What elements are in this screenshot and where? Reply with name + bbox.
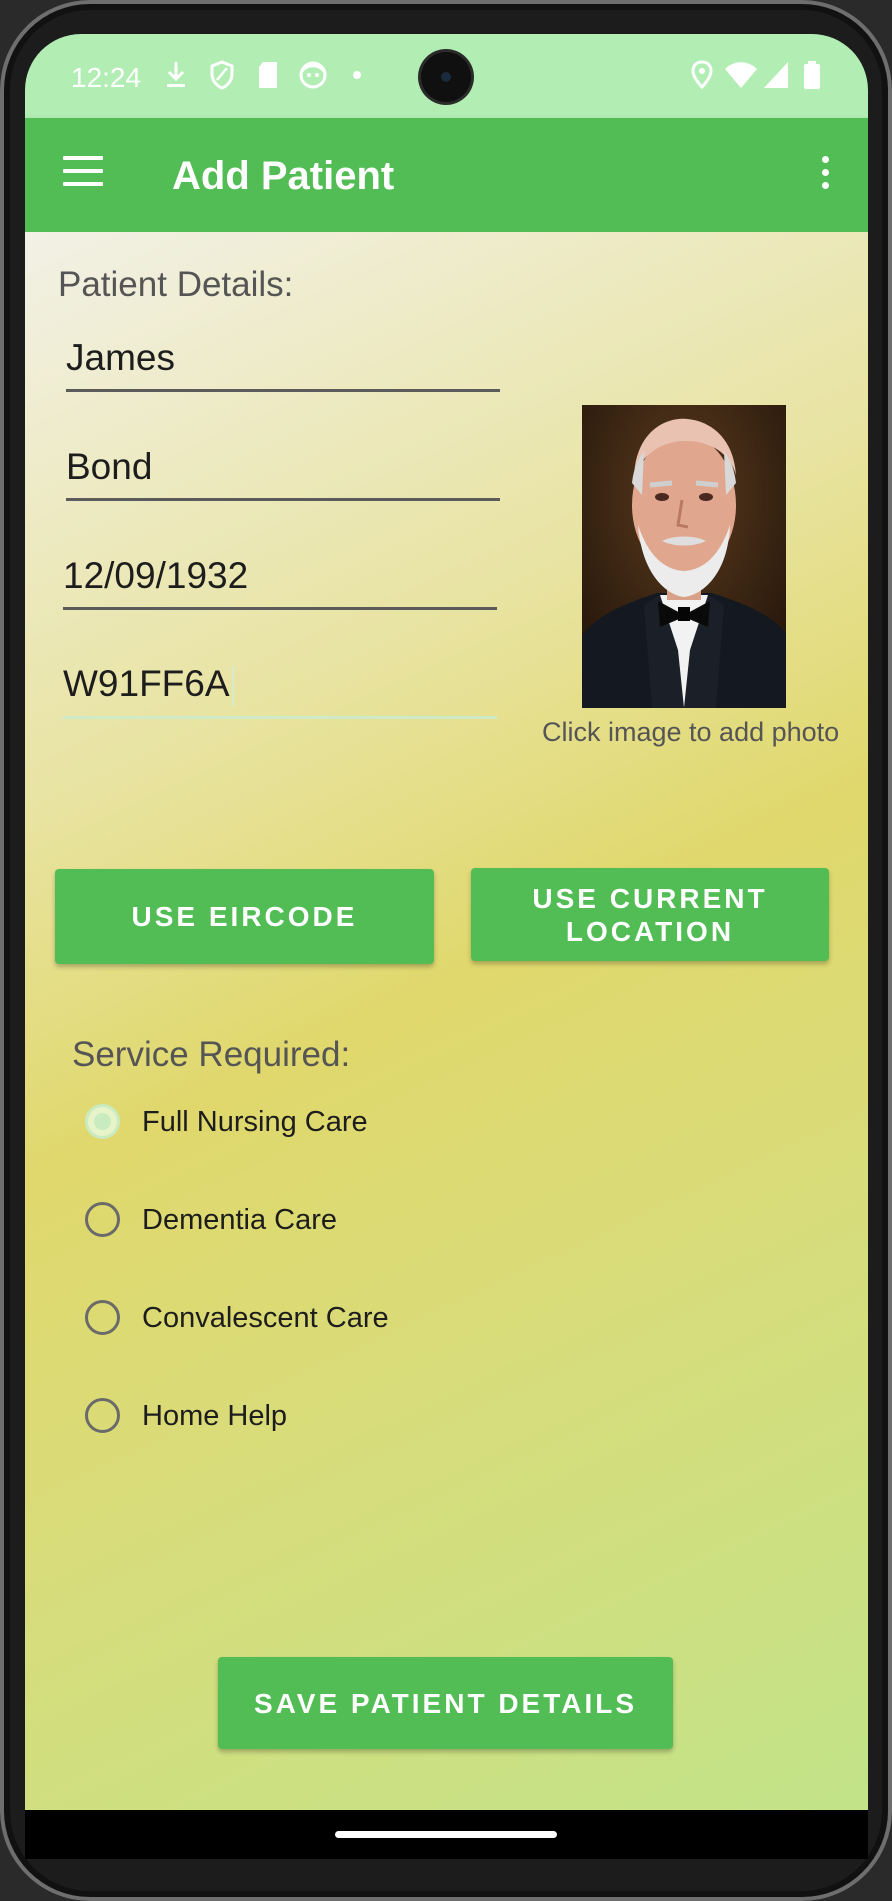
shield-icon — [210, 60, 234, 90]
use-eircode-button[interactable]: USE EIRCODE — [55, 869, 434, 964]
text-cursor — [231, 666, 234, 707]
dot-icon — [353, 71, 361, 79]
more-vert-icon[interactable] — [820, 156, 830, 192]
use-current-location-label-line2: LOCATION — [565, 915, 735, 947]
navigation-bar — [25, 1810, 868, 1859]
main-content: Patient Details: James Bond 12/09/1932 W… — [25, 232, 868, 1810]
location-icon — [691, 60, 713, 90]
app-bar: Add Patient — [25, 118, 868, 232]
signal-icon — [764, 62, 788, 88]
home-gesture-handle[interactable] — [335, 1831, 557, 1838]
sd-card-icon — [259, 62, 277, 88]
download-icon — [167, 62, 185, 87]
radio-unchecked-icon — [85, 1398, 120, 1433]
use-current-location-button[interactable]: USE CURRENT LOCATION — [471, 868, 829, 961]
hamburger-menu-icon[interactable] — [63, 156, 103, 190]
radio-dementia-care[interactable]: Dementia Care — [85, 1202, 485, 1262]
last-name-field[interactable]: Bond — [66, 446, 500, 501]
save-patient-details-label: SAVE PATIENT DETAILS — [253, 1687, 638, 1719]
date-of-birth-field[interactable]: 12/09/1932 — [63, 555, 497, 610]
radio-label: Home Help — [142, 1400, 288, 1432]
first-name-value: James — [66, 337, 175, 378]
radio-label: Dementia Care — [142, 1204, 338, 1236]
radio-unchecked-icon — [85, 1300, 120, 1335]
status-time: 12:24 — [71, 62, 142, 93]
date-of-birth-value: 12/09/1932 — [63, 555, 249, 596]
phone-frame: 12:24 Add Patient Patient Details: James… — [0, 0, 892, 1901]
status-bar: 12:24 — [25, 34, 868, 118]
front-camera — [421, 52, 471, 102]
save-patient-details-button[interactable]: SAVE PATIENT DETAILS — [218, 1657, 673, 1749]
first-name-field[interactable]: James — [66, 337, 500, 392]
patient-photo[interactable] — [582, 405, 786, 708]
last-name-value: Bond — [66, 446, 153, 487]
radio-unchecked-icon — [85, 1202, 120, 1237]
page-title: Add Patient — [172, 154, 395, 198]
photo-caption: Click image to add photo — [542, 717, 840, 747]
radio-home-help[interactable]: Home Help — [85, 1398, 485, 1458]
radio-label: Full Nursing Care — [142, 1106, 368, 1138]
radio-label: Convalescent Care — [142, 1302, 389, 1334]
service-required-label: Service Required: — [72, 1035, 351, 1074]
screen: 12:24 Add Patient Patient Details: James… — [25, 34, 868, 1859]
portrait-image — [582, 405, 786, 708]
eircode-value: W91FF6A — [63, 663, 230, 704]
use-current-location-label-line1: USE CURRENT — [532, 882, 768, 914]
use-eircode-label: USE EIRCODE — [131, 901, 358, 932]
battery-icon — [804, 61, 820, 89]
radio-convalescent-care[interactable]: Convalescent Care — [85, 1300, 485, 1360]
face-icon — [299, 61, 327, 89]
radio-checked-icon — [85, 1104, 120, 1139]
wifi-icon — [725, 62, 757, 88]
patient-details-label: Patient Details: — [58, 265, 294, 304]
radio-full-nursing-care[interactable]: Full Nursing Care — [85, 1104, 485, 1164]
eircode-field[interactable]: W91FF6A — [63, 663, 497, 719]
